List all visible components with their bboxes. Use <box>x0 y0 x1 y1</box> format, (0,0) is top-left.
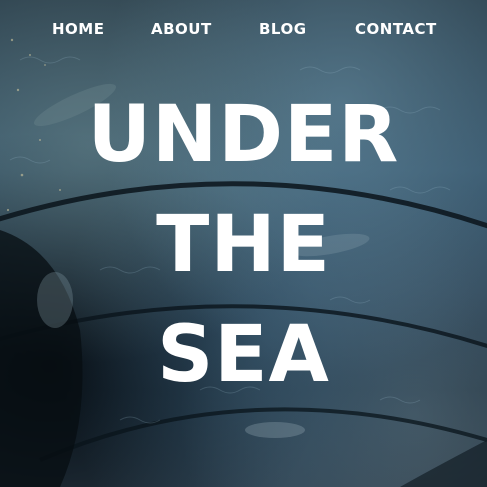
main-nav: HOME ABOUT BLOG CONTACT <box>0 18 487 42</box>
hero-title-line-3: SEA <box>157 310 330 400</box>
nav-link-home[interactable]: HOME <box>52 18 104 40</box>
hero-section: HOME ABOUT BLOG CONTACT UNDER THE SEA <box>0 0 487 487</box>
nav-link-contact[interactable]: CONTACT <box>355 18 437 40</box>
hero-title-line-2: THE <box>156 200 331 290</box>
nav-link-about[interactable]: ABOUT <box>151 18 212 40</box>
nav-link-blog[interactable]: BLOG <box>259 18 307 40</box>
hero-title-line-1: UNDER <box>87 90 400 180</box>
hero-title: UNDER THE SEA <box>0 80 487 410</box>
